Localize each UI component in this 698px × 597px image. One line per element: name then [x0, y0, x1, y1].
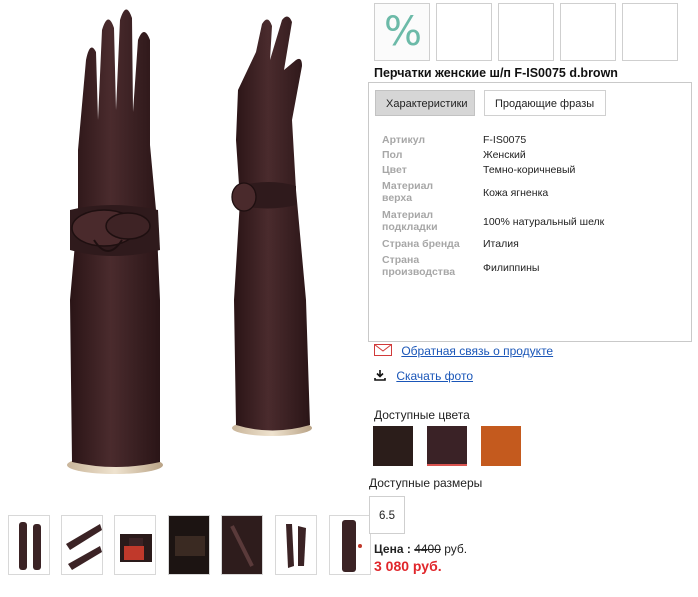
spec-label: Страна производства: [382, 254, 456, 278]
glove-right: [231, 16, 312, 436]
price-currency: руб.: [444, 542, 468, 556]
spec-value: Кожа ягненка: [483, 187, 549, 199]
size-option-6-5[interactable]: 6.5: [369, 496, 405, 534]
spec-label: Материал подкладки: [382, 209, 438, 233]
color-swatch-brown-selected[interactable]: [427, 426, 467, 466]
percent-icon: %: [383, 9, 422, 55]
new-price: 3 080 руб.: [374, 558, 442, 574]
badge-slot-5: [622, 3, 678, 61]
spec-value: Италия: [483, 238, 519, 250]
spec-label: Материал верха: [382, 180, 434, 204]
color-swatch-orange[interactable]: [481, 426, 521, 466]
glove-left: [67, 9, 163, 474]
color-swatch-dark[interactable]: [373, 426, 413, 466]
main-product-image[interactable]: [0, 0, 362, 500]
thumbnail-7[interactable]: [329, 515, 371, 575]
download-row: Скачать фото: [374, 369, 473, 384]
spec-value: 100% натуральный шелк: [483, 216, 605, 228]
badge-slot-4: [560, 3, 616, 61]
spec-label: Артикул: [382, 134, 426, 146]
thumbnail-3[interactable]: [114, 515, 156, 575]
badge-slot-2: [436, 3, 492, 61]
thumbnail-6[interactable]: [275, 515, 317, 575]
spec-value: Темно-коричневый: [483, 164, 576, 176]
discount-badge: %: [374, 3, 430, 61]
tab-selling-phrases[interactable]: Продающие фразы: [484, 90, 606, 116]
download-photo-link[interactable]: Скачать фото: [396, 369, 473, 383]
feedback-row: Обратная связь о продукте: [374, 344, 553, 359]
colors-label: Доступные цвета: [374, 408, 470, 422]
envelope-icon: [374, 344, 392, 359]
spec-value: Женский: [483, 149, 526, 161]
thumbnail-1[interactable]: [8, 515, 50, 575]
spec-value: F-IS0075: [483, 134, 527, 146]
product-title: Перчатки женские ш/п F-IS0075 d.brown: [374, 66, 618, 80]
price-old-line: Цена : 4400 руб.: [374, 542, 467, 556]
specs-panel: Характеристики Продающие фразы Артикул F…: [368, 82, 692, 342]
spec-value: Филиппины: [483, 262, 540, 274]
spec-label: Цвет: [382, 164, 407, 176]
price-label: Цена :: [374, 542, 411, 556]
old-price: 4400: [414, 542, 441, 556]
thumbnail-4[interactable]: [168, 515, 210, 575]
tab-characteristics[interactable]: Характеристики: [375, 90, 475, 116]
download-icon: [374, 369, 386, 384]
spec-label: Страна бренда: [382, 238, 460, 250]
feedback-link[interactable]: Обратная связь о продукте: [401, 344, 553, 358]
thumbnail-5[interactable]: [221, 515, 263, 575]
badge-slot-3: [498, 3, 554, 61]
thumbnail-2[interactable]: [61, 515, 103, 575]
sizes-label: Доступные размеры: [369, 476, 483, 490]
spec-label: Пол: [382, 149, 403, 161]
